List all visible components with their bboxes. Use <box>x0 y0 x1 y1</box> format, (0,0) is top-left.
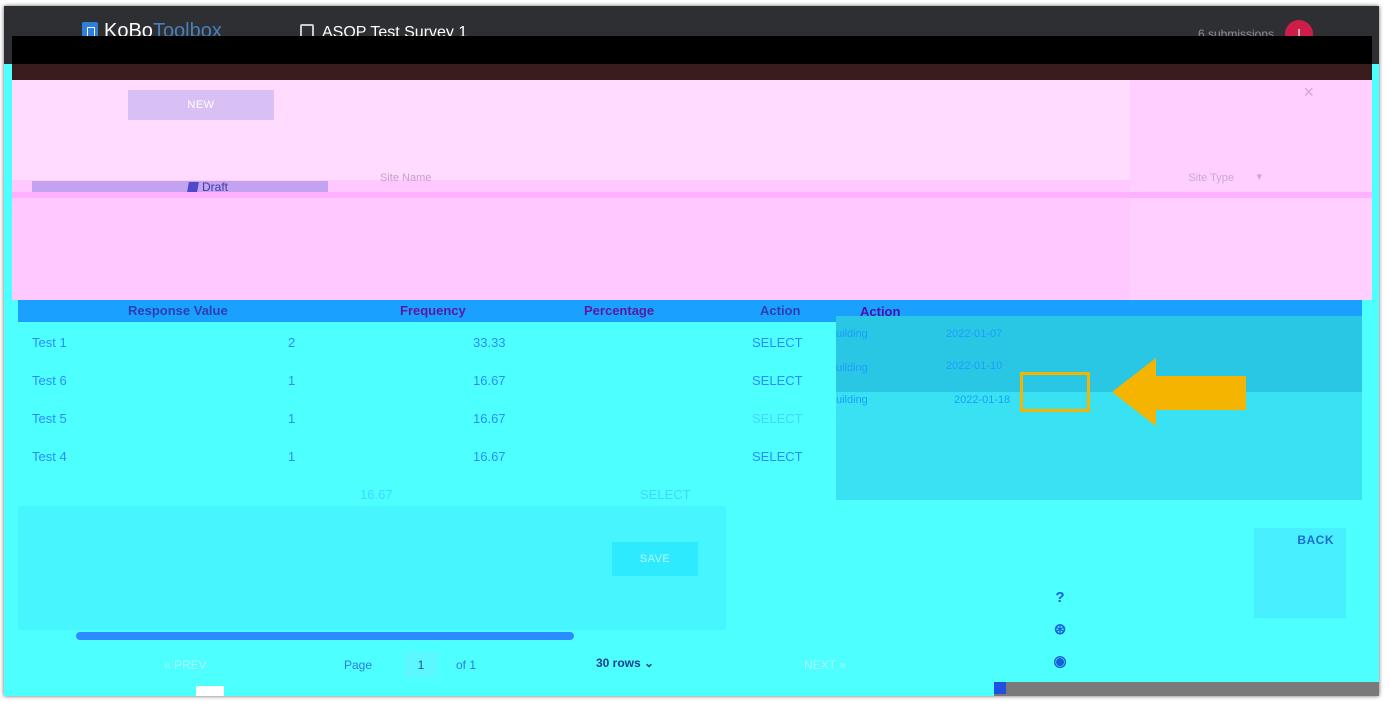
column-header-action: Action <box>760 303 801 318</box>
select-button[interactable]: SELECT <box>752 373 803 388</box>
edit-icon <box>187 182 199 192</box>
next-page-button[interactable]: NEXT » <box>804 658 846 672</box>
arrow-left-icon <box>1112 358 1246 426</box>
page-number-input[interactable]: 1 <box>404 652 438 678</box>
side-icon-group: ? ⊛ ◉ <box>1050 588 1074 684</box>
date-cell: 2022-01-18 <box>954 394 1011 406</box>
highlight-box <box>1020 372 1090 412</box>
table-row: Test 5 1 16.67 SELECT <box>18 398 836 436</box>
save-button[interactable]: SAVE <box>612 542 698 576</box>
frequency-cell: 2 <box>288 335 296 350</box>
select-button[interactable]: SELECT <box>752 449 803 464</box>
percentage-cell: 16.67 <box>473 373 506 388</box>
site-type-select[interactable]: Site Type <box>1188 172 1234 184</box>
select-button[interactable]: SELECT <box>640 487 691 502</box>
date-cell: 2022-01-07 <box>946 328 1003 340</box>
new-button[interactable]: NEW <box>128 90 274 120</box>
site-name-label: Site Name <box>380 172 432 184</box>
overlay-divider <box>12 192 1372 198</box>
overlay-side <box>1130 80 1372 300</box>
chevron-down-icon[interactable]: ▾ <box>1256 170 1262 183</box>
table-row: Test 4 1 16.67 SELECT <box>18 436 836 474</box>
prev-page-button[interactable]: « PREV <box>164 658 207 672</box>
status-indicator <box>994 682 1006 694</box>
percentage-cell: 16.67 <box>473 449 506 464</box>
frequency-cell: 1 <box>288 411 296 426</box>
cursor-mark <box>196 686 224 696</box>
site-type-cell: uilding <box>836 394 868 406</box>
help-icon[interactable]: ? <box>1050 588 1070 608</box>
percentage-cell: 33.33 <box>473 335 506 350</box>
rows-per-page-label: 30 rows <box>596 656 641 670</box>
side-panel-highlight <box>836 316 1362 392</box>
pagination: « PREV Page 1 of 1 30 rows ⌄ NEXT » <box>18 646 934 686</box>
response-value-cell: Test 5 <box>32 411 67 426</box>
status-strip <box>994 682 1379 696</box>
select-button[interactable]: SELECT <box>752 335 803 350</box>
column-header-percentage[interactable]: Percentage <box>584 300 654 322</box>
page-label: Page <box>344 658 373 672</box>
date-cell: 2022-01-10 <box>946 360 1003 372</box>
support-icon[interactable]: ⊛ <box>1050 620 1070 640</box>
frequency-table: Test 1 2 33.33 SELECT Test 6 1 16.67 SEL… <box>18 322 836 512</box>
table-header: Response Value Frequency Percentage Acti… <box>18 300 836 322</box>
table-row: Test 1 2 33.33 SELECT <box>18 322 836 360</box>
response-value-cell: Test 6 <box>32 373 67 388</box>
side-table-header <box>836 300 1362 316</box>
site-type-cell: uilding <box>836 362 868 374</box>
response-value-cell: Test 1 <box>32 335 67 350</box>
github-icon[interactable]: ◉ <box>1050 652 1070 672</box>
frequency-cell: 1 <box>288 373 296 388</box>
table-row: Test 6 1 16.67 SELECT <box>18 360 836 398</box>
toolbar-strip <box>12 64 1372 80</box>
app-window: KoBoToolbox ASOP Test Survey 1 6 submiss… <box>4 6 1379 696</box>
side-data-panel: uilding 2022-01-07 uilding 2022-01-10 ui… <box>836 316 1362 500</box>
column-header-frequency[interactable]: Frequency <box>400 300 466 322</box>
percentage-cell: 16.67 <box>473 411 506 426</box>
rows-per-page-select[interactable]: 30 rows ⌄ <box>596 656 654 670</box>
column-header-response-value[interactable]: Response Value <box>128 300 228 322</box>
page-total: of 1 <box>456 658 477 672</box>
frequency-cell: 1 <box>288 449 296 464</box>
overlay-band: NEW × Site Name Draft Site Type ▾ <box>12 80 1372 300</box>
site-type-cell: uilding <box>836 328 868 340</box>
back-button[interactable]: BACK <box>1297 533 1334 547</box>
percentage-cell: 16.67 <box>360 487 393 502</box>
close-icon[interactable]: × <box>1303 82 1314 103</box>
response-value-cell: Test 4 <box>32 449 67 464</box>
horizontal-scrollbar[interactable] <box>76 632 574 640</box>
chevron-down-icon: ⌄ <box>644 656 655 670</box>
select-button[interactable]: SELECT <box>752 411 803 426</box>
